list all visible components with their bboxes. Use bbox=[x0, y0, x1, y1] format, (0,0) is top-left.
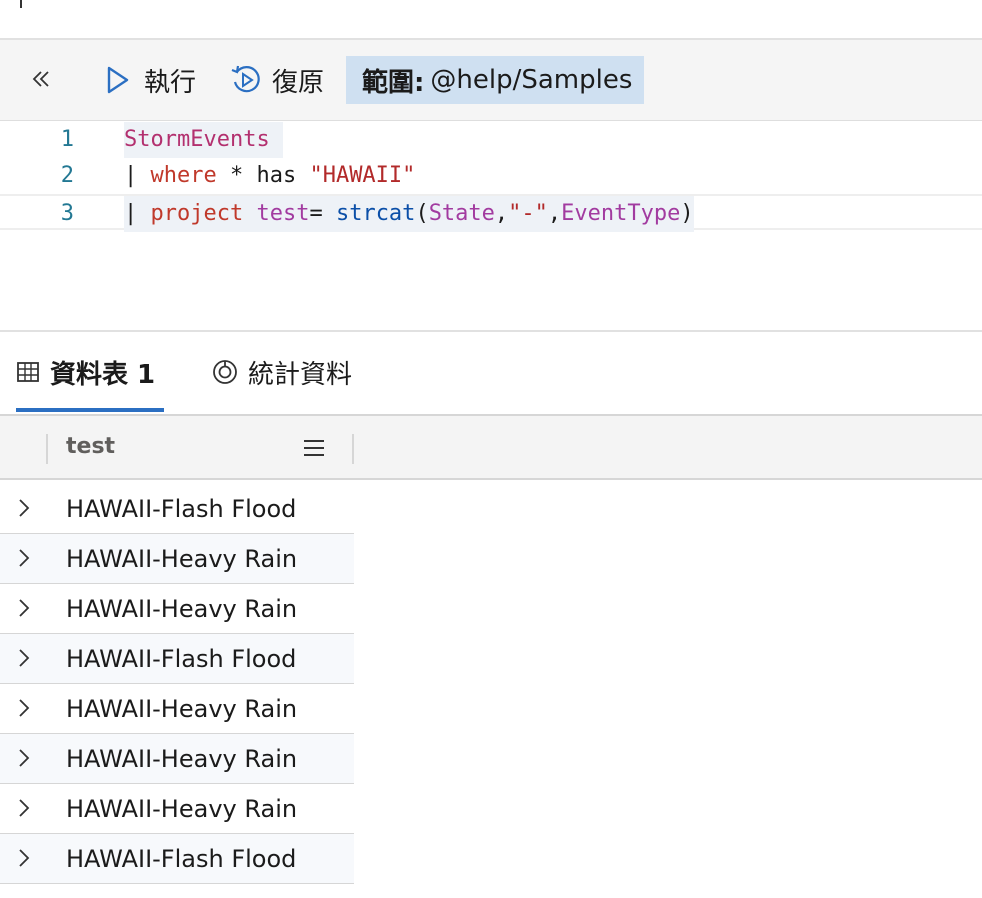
run-button[interactable]: 執行 bbox=[100, 56, 196, 104]
editor-line-2: 2 | where * has "HAWAII" bbox=[0, 158, 982, 194]
column-header-test[interactable]: test bbox=[66, 434, 115, 459]
scope-label: 範圍: bbox=[362, 67, 425, 98]
token-operator: where bbox=[150, 163, 217, 188]
cell-test: HAWAII-Heavy Rain bbox=[66, 545, 298, 573]
table-row[interactable]: HAWAII-Heavy Rain bbox=[0, 784, 354, 834]
column-menu-button[interactable] bbox=[302, 436, 326, 460]
column-resize-handle[interactable] bbox=[352, 434, 354, 464]
recall-icon bbox=[228, 62, 264, 98]
query-toolbar: 執行 復原 範圍: @help/Samples bbox=[0, 40, 982, 121]
double-chevron-left-icon bbox=[30, 64, 52, 97]
token-comma: , bbox=[547, 201, 562, 226]
tab-stats[interactable]: 統計資料 bbox=[212, 352, 352, 392]
table-icon bbox=[16, 360, 40, 384]
code-line-3: | project test= strcat(State,"-",EventTy… bbox=[124, 196, 694, 232]
tab-table-1[interactable]: 資料表 1 bbox=[16, 352, 155, 392]
table-row[interactable]: HAWAII-Flash Flood bbox=[0, 834, 354, 884]
editor-line-1: 1 StormEvents bbox=[0, 122, 982, 158]
token-plain: * has bbox=[216, 163, 310, 188]
tab-table-1-label: 資料表 1 bbox=[50, 359, 156, 390]
table-row[interactable]: HAWAII-Heavy Rain bbox=[0, 534, 354, 584]
recall-button[interactable]: 復原 bbox=[228, 56, 324, 104]
grid-header: test bbox=[0, 416, 982, 480]
line-number: 3 bbox=[60, 201, 74, 226]
column-separator bbox=[46, 434, 48, 464]
line-number: 2 bbox=[60, 163, 74, 188]
token-column: State bbox=[428, 201, 495, 226]
recall-label: 復原 bbox=[272, 67, 325, 98]
table-row[interactable]: HAWAII-Heavy Rain bbox=[0, 734, 354, 784]
chevron-right-icon[interactable] bbox=[14, 748, 34, 768]
chevron-right-icon[interactable] bbox=[14, 698, 34, 718]
cell-test: HAWAII-Heavy Rain bbox=[66, 745, 298, 773]
code-line-2: | where * has "HAWAII" bbox=[124, 158, 415, 194]
query-editor[interactable]: 1 StormEvents 2 | where * has "HAWAII" 3… bbox=[0, 121, 982, 331]
table-row[interactable]: HAWAII-Flash Flood bbox=[0, 634, 354, 684]
chevron-right-icon[interactable] bbox=[14, 548, 34, 568]
results-tabs: 資料表 1 統計資料 bbox=[0, 332, 982, 414]
token-comma: , bbox=[494, 201, 509, 226]
cell-test: HAWAII-Heavy Rain bbox=[66, 595, 298, 623]
token-pipe: | bbox=[124, 201, 151, 226]
chevron-right-icon[interactable] bbox=[14, 598, 34, 618]
play-icon bbox=[100, 62, 136, 98]
token-table: StormEvents bbox=[124, 127, 270, 152]
collapse-button[interactable] bbox=[26, 56, 56, 104]
token-pipe: | bbox=[124, 163, 151, 188]
chevron-right-icon[interactable] bbox=[14, 798, 34, 818]
table-row[interactable]: HAWAII-Heavy Rain bbox=[0, 584, 354, 634]
top-strip bbox=[0, 0, 982, 38]
chevron-right-icon[interactable] bbox=[14, 848, 34, 868]
code-line-1: StormEvents bbox=[124, 122, 283, 158]
token-paren: ) bbox=[680, 201, 694, 226]
token-equals: = bbox=[309, 201, 336, 226]
text-caret bbox=[20, 0, 22, 8]
line-number: 1 bbox=[60, 127, 74, 152]
cell-test: HAWAII-Flash Flood bbox=[66, 495, 297, 523]
cell-test: HAWAII-Flash Flood bbox=[66, 645, 297, 673]
token-string: "-" bbox=[508, 201, 548, 226]
chevron-right-icon[interactable] bbox=[14, 498, 34, 518]
active-tab-indicator bbox=[16, 408, 164, 412]
cell-test: HAWAII-Heavy Rain bbox=[66, 695, 298, 723]
token-string: "HAWAII" bbox=[309, 163, 416, 188]
run-label: 執行 bbox=[144, 67, 197, 98]
tab-stats-label: 統計資料 bbox=[248, 359, 353, 390]
scope-value: @help/Samples bbox=[430, 65, 633, 95]
hamburger-icon bbox=[302, 440, 326, 464]
token-function: strcat bbox=[335, 201, 416, 226]
stats-icon bbox=[212, 359, 238, 385]
chevron-right-icon[interactable] bbox=[14, 648, 34, 668]
cell-test: HAWAII-Flash Flood bbox=[66, 845, 297, 873]
token-operator: project bbox=[150, 201, 244, 226]
scope-selector[interactable]: 範圍: @help/Samples bbox=[346, 56, 644, 104]
token-paren: ( bbox=[415, 201, 429, 226]
table-row[interactable]: HAWAII-Heavy Rain bbox=[0, 684, 354, 734]
token-column: test bbox=[256, 201, 310, 226]
token-column: EventType bbox=[561, 201, 681, 226]
editor-line-3: 3 | project test= strcat(State,"-",Event… bbox=[0, 194, 982, 232]
grid-rows: HAWAII-Flash Flood HAWAII-Heavy Rain HAWAI… bbox=[0, 484, 354, 884]
table-row[interactable]: HAWAII-Flash Flood bbox=[0, 484, 354, 534]
cell-test: HAWAII-Heavy Rain bbox=[66, 795, 298, 823]
